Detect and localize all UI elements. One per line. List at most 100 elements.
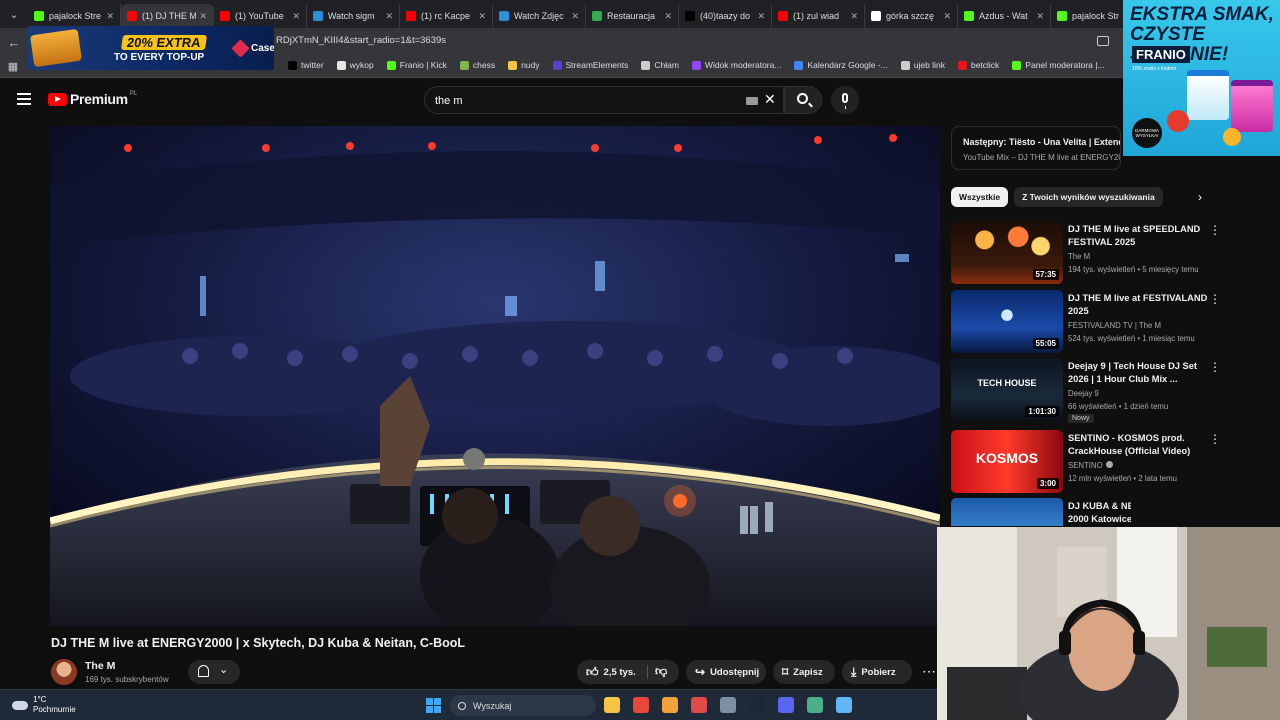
discord-icon[interactable] (778, 697, 794, 713)
weather-widget[interactable]: 1°C Pochmurnie (12, 695, 76, 715)
video-thumbnail[interactable] (951, 498, 1063, 526)
close-icon[interactable]: ✕ (757, 11, 765, 22)
browser-tab[interactable]: Watch Zdjęc ✕ (493, 4, 586, 28)
notification-bell-button[interactable]: ⌄ (188, 660, 240, 684)
search-input[interactable] (435, 92, 735, 109)
recommended-video[interactable]: 57:35 DJ THE M live at SPEEDLAND FESTIVAL… (951, 221, 1221, 285)
settings-icon[interactable] (720, 697, 736, 713)
video-title[interactable]: SENTINO - KOSMOS prod. CrackHouse (Offic… (1068, 432, 1208, 458)
thumbs-down-icon[interactable]: 👎︎ (655, 664, 667, 679)
video-thumbnail[interactable]: TECH HOUSE 1:01:30 (951, 358, 1063, 421)
bookmark-item[interactable]: chess (459, 60, 495, 70)
close-icon[interactable]: ✕ (292, 11, 300, 22)
video-title[interactable]: DJ THE M live at SPEEDLAND FESTIVAL 2025 (1068, 223, 1208, 249)
browser-tab[interactable]: (1) rc Kacpe ✕ (400, 4, 493, 28)
chip-from-search[interactable]: Z Twoich wyników wyszukiwania (1014, 187, 1163, 207)
bookmark-label: Widok moderatora... (704, 60, 782, 70)
tab-search-button[interactable]: ⌄ (0, 0, 28, 28)
video-thumbnail[interactable]: KOSMOS 3:00 (951, 430, 1063, 493)
clear-search-button[interactable]: ✕ (764, 91, 776, 108)
browser-tab[interactable]: (1) YouTube ✕ (214, 4, 307, 28)
close-icon[interactable]: ✕ (478, 11, 486, 22)
menu-icon[interactable] (17, 93, 31, 105)
chrome-icon[interactable] (633, 697, 649, 713)
browser-tab[interactable]: górka szczę ✕ (865, 4, 958, 28)
recommended-video[interactable]: TECH HOUSE 1:01:30 Deejay 9 | Tech House D… (951, 358, 1221, 423)
share-button[interactable]: ↪ Udostępnij (686, 660, 766, 684)
next-up-box[interactable]: Następny: Tiësto - Una Velita | Extended… (951, 126, 1121, 170)
channel-name[interactable]: The M (1068, 252, 1090, 261)
apps-icon[interactable]: ▦ (0, 60, 26, 73)
windows-start-icon[interactable] (426, 698, 441, 713)
video-thumbnail[interactable]: 57:35 (951, 221, 1063, 284)
browser-tab[interactable]: Restauracja ✕ (586, 4, 679, 28)
search-button[interactable] (784, 86, 822, 114)
chevron-right-icon[interactable]: › (1198, 190, 1202, 204)
channel-name[interactable]: FESTIVALAND TV | The M (1068, 321, 1161, 330)
browser-tab[interactable]: pajalock Stre ✕ (28, 4, 121, 28)
taskbar-search[interactable]: Wyszukaj (450, 695, 596, 716)
cast-icon[interactable] (1097, 36, 1109, 46)
bookmark-item[interactable]: Kalendarz Google -... (794, 60, 888, 70)
bookmark-item[interactable]: betclick (957, 60, 999, 70)
channel-name[interactable]: SENTINO (1068, 461, 1113, 470)
kebab-menu-icon[interactable]: ⋮ (1209, 432, 1221, 446)
video-title[interactable]: DJ THE M live at FESTIVALAND 2025 (1068, 292, 1208, 318)
close-icon[interactable]: ✕ (385, 11, 393, 22)
bookmark-item[interactable]: nudy (508, 60, 540, 70)
bookmark-item[interactable]: Widok moderatora... (691, 60, 782, 70)
kebab-menu-icon[interactable]: ⋮ (1209, 360, 1221, 374)
close-icon[interactable]: ✕ (664, 11, 672, 22)
close-icon[interactable]: ✕ (850, 11, 858, 22)
recommended-video[interactable]: KOSMOS 3:00 SENTINO - KOSMOS prod. CrackHo… (951, 430, 1221, 494)
keyboard-icon[interactable] (746, 97, 758, 105)
app-icon-2[interactable] (691, 697, 707, 713)
bookmark-item[interactable]: wykop (336, 60, 374, 70)
chip-all[interactable]: Wszystkie (951, 187, 1009, 207)
channel-avatar[interactable] (51, 659, 77, 685)
recommended-video[interactable]: DJ KUBA & NEITAN - Energy 2000 Katowice … (951, 498, 1131, 526)
bookmark-item[interactable]: Franio | Kick (386, 60, 447, 70)
video-title[interactable]: DJ KUBA & NEITAN - Energy 2000 Katowice … (1068, 500, 1131, 526)
browser-tab[interactable]: (1) zul wiad ✕ (772, 4, 865, 28)
close-icon[interactable]: ✕ (571, 11, 579, 22)
youtube-logo[interactable]: Premium PL (48, 91, 137, 107)
steam-icon[interactable] (749, 697, 765, 713)
close-icon[interactable]: ✕ (199, 11, 207, 22)
close-icon[interactable]: ✕ (1036, 11, 1044, 22)
browser-tab[interactable]: (1) DJ THE M ✕ (121, 4, 214, 28)
file-explorer-icon[interactable] (604, 697, 620, 713)
video-player[interactable] (50, 126, 940, 626)
product-tub-blue (1187, 70, 1229, 120)
bookmark-item[interactable]: Chłam (641, 60, 679, 70)
video-thumbnail[interactable]: 55:05 (951, 290, 1063, 353)
bookmark-item[interactable]: twitter (288, 60, 324, 70)
download-button[interactable]: ⤓ Pobierz (842, 660, 912, 684)
thumbs-up-icon[interactable]: 👍︎ (586, 665, 599, 680)
address-bar[interactable]: RDjXTmN_KIII4&start_radio=1&t=3639s (276, 35, 446, 46)
app-icon[interactable] (662, 697, 678, 713)
close-icon[interactable]: ✕ (106, 11, 114, 22)
close-icon[interactable]: ✕ (943, 11, 951, 22)
channel-name[interactable]: Deejay 9 (1068, 389, 1099, 398)
franio-brand: FRANIO (1132, 46, 1190, 63)
bookmark-item[interactable]: Panel moderatora |... (1012, 60, 1105, 70)
back-button[interactable]: ← (0, 35, 28, 50)
voice-search-button[interactable] (831, 86, 859, 114)
save-button[interactable]: ⌑ Zapisz (773, 660, 835, 684)
franio-ad[interactable]: EKSTRA SMAK,CZYSTE SUMIENIE! FRANIO 10% … (1123, 0, 1280, 156)
video-title[interactable]: Deejay 9 | Tech House DJ Set 2026 | 1 Ho… (1068, 360, 1208, 386)
casehug-ad[interactable]: 20% EXTRA TO EVERY TOP-UP CaseHug (28, 26, 274, 70)
kebab-menu-icon[interactable]: ⋮ (1209, 223, 1221, 237)
kebab-menu-icon[interactable]: ⋮ (1209, 292, 1221, 306)
browser-tab[interactable]: Azdus - Wat ✕ (958, 4, 1051, 28)
notepad-icon[interactable] (836, 697, 852, 713)
recommended-video[interactable]: 55:05 DJ THE M live at FESTIVALAND 2025 FE… (951, 290, 1221, 354)
browser-tab[interactable]: (40)taazy do ✕ (679, 4, 772, 28)
bookmark-item[interactable]: ujeb link (900, 60, 945, 70)
browser-tab[interactable]: Watch sigm ✕ (307, 4, 400, 28)
like-count[interactable]: 2,5 tys. (604, 667, 636, 678)
channel-name[interactable]: The M (85, 660, 115, 672)
globe-icon[interactable] (807, 697, 823, 713)
bookmark-item[interactable]: StreamElements (552, 60, 628, 70)
